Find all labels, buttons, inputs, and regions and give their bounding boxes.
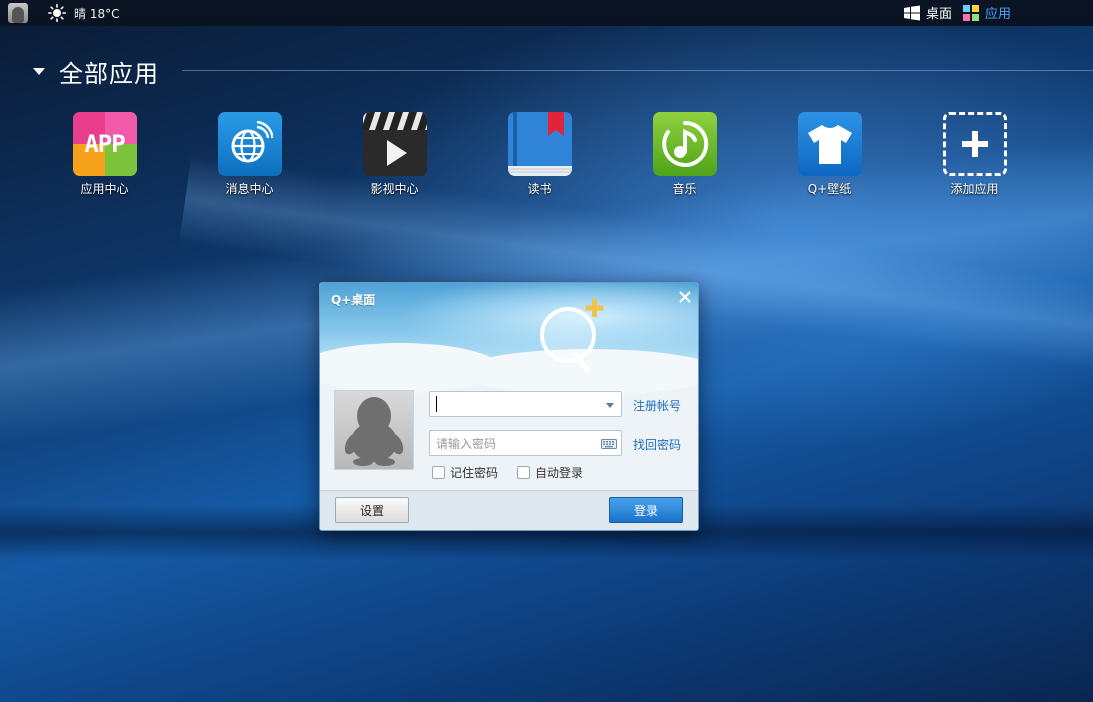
forgot-password-link[interactable]: 找回密码 (633, 436, 681, 453)
app-center[interactable]: APP 应用中心 (32, 112, 177, 197)
music-app[interactable]: 音乐 (612, 112, 757, 197)
video-center[interactable]: 影视中心 (322, 112, 467, 197)
app-label: 应用中心 (80, 182, 129, 196)
penguin-avatar-icon (344, 397, 404, 466)
user-avatar[interactable] (8, 3, 28, 23)
close-button[interactable] (675, 287, 695, 307)
message-center-icon (217, 112, 282, 176)
dialog-title: Q+桌面 (331, 293, 376, 307)
checkbox-box[interactable] (517, 466, 530, 479)
app-label: 影视中心 (370, 182, 419, 196)
password-placeholder: 请输入密码 (436, 436, 497, 451)
book-app[interactable]: 读书 (467, 112, 612, 197)
chevron-down-icon[interactable] (606, 403, 614, 408)
add-app-icon (942, 112, 1007, 176)
section-divider (182, 70, 1093, 71)
keyboard-icon[interactable] (601, 439, 617, 449)
music-icon (652, 112, 717, 176)
windows-logo-icon (903, 5, 920, 20)
add-app[interactable]: 添加应用 (902, 112, 1047, 197)
dialog-header[interactable]: Q+桌面 (320, 283, 698, 395)
apps-tab[interactable]: 应用 (962, 3, 1011, 22)
app-label: 消息中心 (225, 182, 274, 196)
desktop-tab-label: 桌面 (925, 7, 952, 22)
app-label: 添加应用 (950, 182, 999, 196)
message-center[interactable]: 消息中心 (177, 112, 322, 197)
weather-widget[interactable]: 晴 18°C (48, 4, 119, 22)
app-label: 音乐 (672, 182, 697, 196)
collapse-arrow-icon (33, 68, 45, 75)
remember-password-label: 记住密码 (450, 466, 499, 480)
auto-login-label: 自动登录 (535, 466, 584, 480)
view-switcher: 桌面 应用 (893, 3, 1011, 22)
app-grid: APP 应用中心 消息中心 影视中心 读书 音乐 Q+壁纸 添加应用 (32, 112, 1047, 197)
book-icon (507, 112, 572, 176)
login-button[interactable]: 登录 (609, 497, 683, 523)
apps-grid-icon (962, 4, 979, 21)
checkbox-box[interactable] (432, 466, 445, 479)
top-bar: 晴 18°C 桌面 应用 (0, 0, 1093, 26)
apps-tab-label: 应用 (984, 7, 1011, 22)
text-caret (436, 396, 437, 412)
remember-password-checkbox[interactable]: 记住密码 (432, 464, 498, 481)
app-label: Q+壁纸 (807, 182, 852, 196)
app-label: 读书 (527, 182, 552, 196)
all-apps-header[interactable]: 全部应用 (33, 54, 159, 89)
wallpaper-app[interactable]: Q+壁纸 (757, 112, 902, 197)
section-title: 全部应用 (59, 60, 159, 88)
password-input[interactable]: 请输入密码 (429, 430, 622, 456)
wallpaper-icon (797, 112, 862, 176)
q-plus-logo (540, 299, 604, 374)
desktop-tab[interactable]: 桌面 (903, 3, 952, 22)
register-link[interactable]: 注册帐号 (633, 397, 681, 414)
video-center-icon (362, 112, 427, 176)
close-icon (679, 291, 691, 303)
sun-icon (48, 4, 66, 22)
login-dialog: Q+桌面 请输入密码 注册帐号 找回密码 记住密码 自动登录 设置 登录 (319, 282, 699, 531)
app-center-icon-text: APP (84, 130, 125, 158)
auto-login-checkbox[interactable]: 自动登录 (517, 464, 583, 481)
login-avatar (334, 390, 414, 470)
settings-button[interactable]: 设置 (335, 497, 409, 523)
account-input[interactable] (429, 391, 622, 417)
app-center-icon: APP (72, 112, 137, 176)
weather-text: 晴 18°C (74, 6, 120, 21)
